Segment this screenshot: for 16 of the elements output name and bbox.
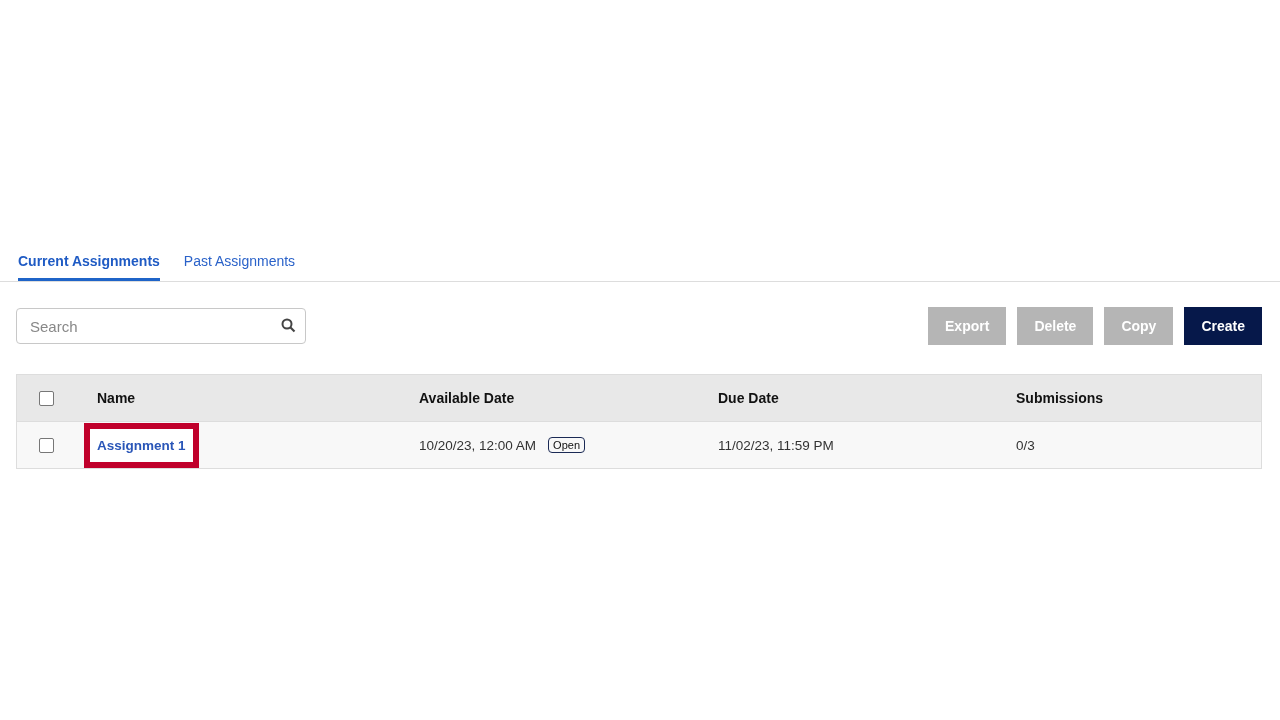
checkbox[interactable]	[38, 437, 54, 453]
column-header: Available Date	[418, 390, 516, 406]
due-date: 11/02/23, 11:59 PM	[717, 437, 835, 453]
action-button[interactable]: Create	[1184, 307, 1262, 345]
column-header: Submissions	[1015, 390, 1105, 406]
assignment-link[interactable]: Assignment 1	[97, 437, 186, 453]
column-header: Name	[96, 390, 137, 406]
tab[interactable]: Current Assignments	[18, 250, 160, 281]
tab[interactable]: Past Assignments	[183, 250, 296, 281]
column-header: Due Date	[717, 390, 780, 406]
available-date: 10/20/23, 12:00 AM	[419, 437, 537, 453]
checkbox[interactable]	[38, 390, 54, 406]
search-field[interactable]: Search	[16, 308, 306, 344]
search-icon	[281, 318, 296, 333]
submissions-count: 0/3	[1015, 437, 1036, 453]
status-badge: Open	[548, 437, 585, 453]
